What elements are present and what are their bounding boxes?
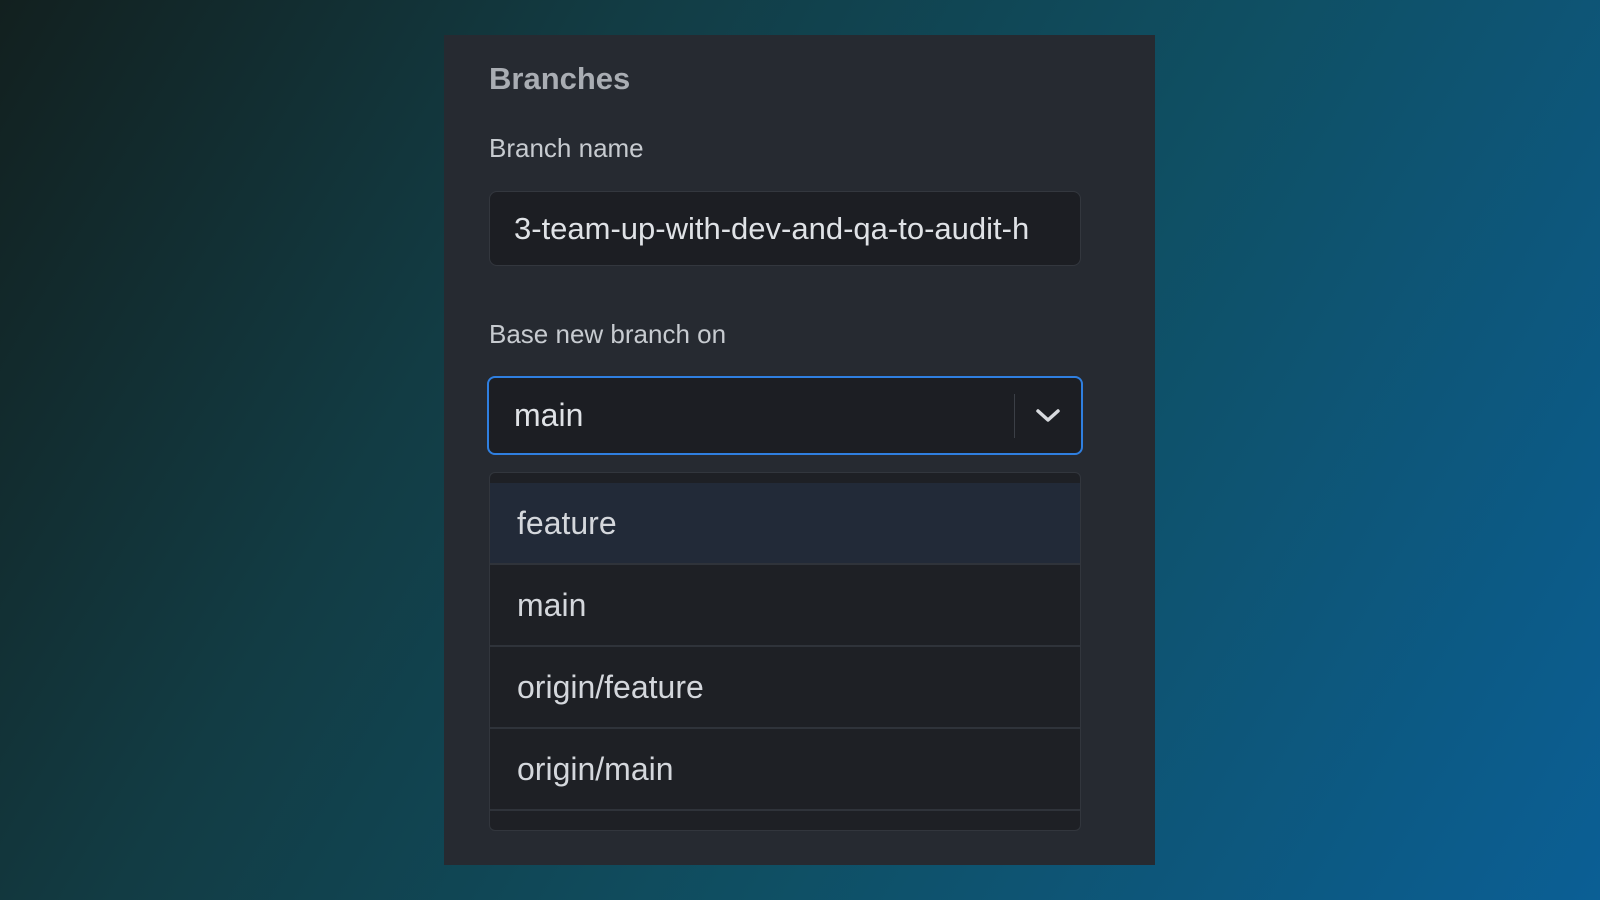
branch-name-label: Branch name <box>489 133 644 163</box>
panel-title: Branches <box>489 61 631 96</box>
dropdown-option-feature[interactable]: feature <box>490 483 1080 565</box>
dropdown-option-origin-feature[interactable]: origin/feature <box>490 647 1080 729</box>
chevron-down-icon[interactable] <box>1015 378 1081 453</box>
base-branch-dropdown-menu: feature main origin/feature origin/main <box>489 472 1081 831</box>
branch-name-input[interactable] <box>489 191 1081 266</box>
base-branch-selected-value: main <box>514 397 584 433</box>
base-branch-label: Base new branch on <box>489 319 727 349</box>
dropdown-option-origin-main[interactable]: origin/main <box>490 729 1080 811</box>
branches-panel: Branches Branch name Base new branch on … <box>444 35 1155 865</box>
base-branch-select[interactable]: main <box>487 376 1083 455</box>
dropdown-option-main[interactable]: main <box>490 565 1080 647</box>
